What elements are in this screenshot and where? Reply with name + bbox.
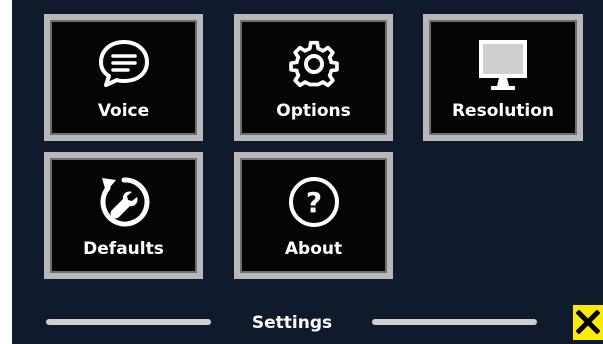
close-button[interactable] (573, 305, 603, 340)
close-icon (576, 310, 600, 334)
reset-wrench-icon (99, 177, 149, 227)
footer-divider-left (46, 319, 211, 325)
about-tile[interactable]: ? About (234, 152, 393, 279)
options-label: Options (276, 101, 351, 121)
options-tile[interactable]: Options (234, 14, 393, 141)
defaults-label: Defaults (83, 239, 164, 259)
about-label: About (284, 239, 343, 259)
question-icon: ? (288, 177, 339, 227)
defaults-tile[interactable]: Defaults (44, 152, 203, 279)
resolution-tile[interactable]: Resolution (423, 14, 583, 141)
settings-screen: Voice Options Resolution Defaults ? Abou… (12, 0, 603, 344)
gear-icon (288, 40, 339, 88)
footer-divider-right (372, 319, 537, 325)
svg-text:?: ? (305, 186, 321, 219)
resolution-label: Resolution (451, 101, 555, 121)
voice-tile[interactable]: Voice (44, 14, 203, 141)
settings-title: Settings (251, 313, 333, 333)
speech-bubble-icon (98, 40, 149, 87)
monitor-icon (479, 40, 527, 90)
voice-label: Voice (97, 101, 150, 121)
